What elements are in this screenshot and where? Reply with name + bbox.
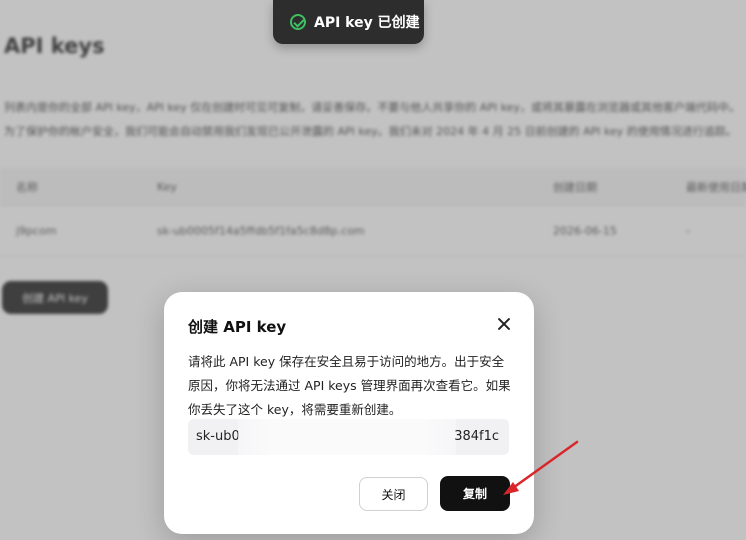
api-key-prefix: sk-ub0 — [196, 429, 240, 444]
create-api-key-dialog: 创建 API key 请将此 API key 保存在安全且易于访问的地方。出于安… — [164, 292, 534, 534]
close-button[interactable]: 关闭 — [359, 477, 428, 511]
api-key-redaction — [238, 419, 456, 455]
api-key-field[interactable]: sk-ub0 384f1c — [188, 419, 509, 455]
check-circle-icon — [290, 14, 306, 30]
dialog-description: 请将此 API key 保存在安全且易于访问的地方。出于安全原因，你将无法通过 … — [188, 354, 511, 417]
copy-button[interactable]: 复制 — [440, 476, 510, 511]
toast-message: API key 已创建 — [314, 15, 420, 31]
success-toast: API key 已创建 — [273, 0, 424, 44]
api-key-suffix: 384f1c — [454, 429, 499, 444]
dialog-title: 创建 API key — [188, 318, 287, 336]
close-icon[interactable] — [494, 314, 514, 334]
